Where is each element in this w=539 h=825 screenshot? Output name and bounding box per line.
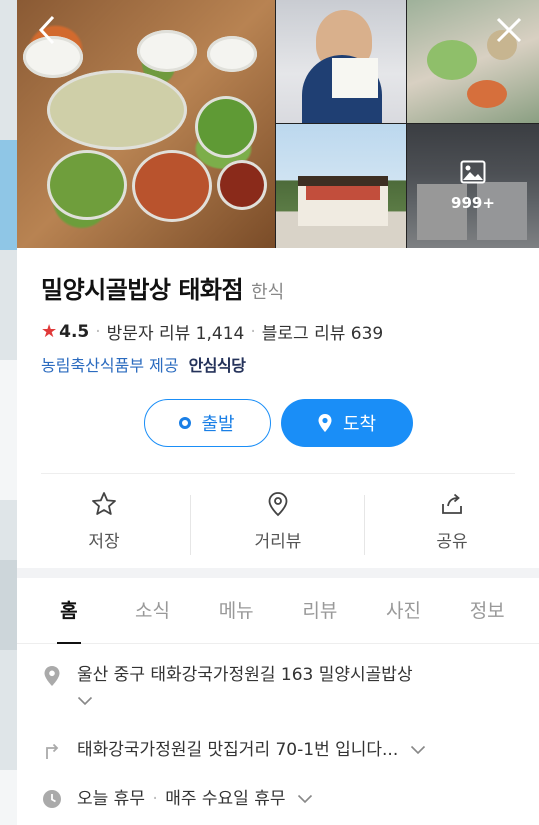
hours-note: 매주 수요일 휴무: [165, 789, 286, 809]
photo-gallery: 999+: [17, 0, 539, 248]
image-icon: [460, 160, 486, 188]
home-detail: 울산 중구 태화강국가정원길 163 밀양시골밥상 태화강국가정원길 맛집거리 …: [17, 644, 539, 813]
hours-row[interactable]: 오늘 휴무 · 매주 수요일 휴무: [41, 786, 515, 813]
tab-news[interactable]: 소식: [111, 578, 195, 644]
safe-restaurant-badge: 안심식당: [188, 356, 246, 375]
tab-photo[interactable]: 사진: [362, 578, 446, 644]
share-label: 공유: [436, 531, 468, 552]
star-outline-icon: [92, 491, 116, 515]
directions-text: 태화강국가정원길 맛집거리 70-1번 입니다...: [77, 740, 399, 760]
address-row[interactable]: 울산 중구 태화강국가정원길 163 밀양시골밥상: [41, 662, 515, 715]
street-view-button[interactable]: 거리뷰: [191, 491, 365, 555]
tab-home[interactable]: 홈: [27, 578, 111, 644]
star-icon: ★: [41, 321, 58, 342]
tab-info[interactable]: 정보: [445, 578, 529, 644]
more-photos-overlay[interactable]: 999+: [407, 124, 539, 248]
clock-icon: [41, 786, 63, 809]
photo-thumb-1[interactable]: [276, 0, 406, 123]
place-category: 한식: [251, 282, 285, 303]
tab-review[interactable]: 리뷰: [278, 578, 362, 644]
close-icon: [496, 17, 522, 43]
arrive-route-button[interactable]: 도착: [280, 399, 413, 447]
origin-dot-icon: [179, 417, 192, 429]
place-detail-panel: 999+ 밀양시골밥상 태화점 한식 ★ 4.5 · 방문자 리뷰 1,414 …: [17, 0, 539, 825]
chevron-down-icon[interactable]: [410, 743, 426, 759]
tab-bar: 홈 소식 메뉴 리뷰 사진 정보: [17, 578, 539, 644]
separator-dot: ·: [152, 789, 158, 809]
street-view-label: 거리뷰: [254, 531, 302, 552]
save-label: 저장: [88, 531, 120, 552]
rating-value: 4.5: [59, 321, 90, 342]
share-icon: [442, 493, 462, 514]
cert-provider-link[interactable]: 농림축산식품부 제공: [41, 352, 179, 376]
address-text: 울산 중구 태화강국가정원길 163 밀양시골밥상: [77, 665, 413, 685]
save-button[interactable]: 저장: [17, 491, 191, 555]
map-background[interactable]: [0, 0, 17, 825]
back-button[interactable]: [29, 12, 65, 48]
section-gap: [17, 568, 539, 578]
separator-dot: ·: [95, 321, 101, 342]
chevron-left-icon: [38, 15, 55, 45]
utility-actions: 저장 거리뷰 공유: [17, 474, 539, 568]
share-button[interactable]: 공유: [365, 491, 539, 552]
blog-review-link[interactable]: 블로그 리뷰 639: [262, 319, 383, 344]
arrive-label: 도착: [342, 414, 377, 434]
pin-outline-icon: [268, 491, 288, 516]
chevron-down-icon[interactable]: [297, 792, 313, 808]
close-button[interactable]: [491, 12, 527, 48]
map-pin-icon: [41, 662, 63, 687]
separator-dot: ·: [250, 321, 256, 342]
tab-menu[interactable]: 메뉴: [194, 578, 278, 644]
location-pin-icon: [318, 414, 332, 432]
photo-thumb-3[interactable]: [276, 124, 406, 248]
turn-arrow-icon: [41, 737, 63, 760]
chevron-down-icon[interactable]: [77, 694, 93, 710]
directions-row[interactable]: 태화강국가정원길 맛집거리 70-1번 입니다...: [41, 737, 515, 764]
place-name: 밀양시골밥상 태화점: [41, 276, 244, 304]
start-route-button[interactable]: 출발: [143, 399, 271, 447]
photo-count: 999+: [451, 194, 495, 212]
visitor-review-link[interactable]: 방문자 리뷰 1,414: [107, 319, 245, 344]
start-label: 출발: [201, 414, 235, 434]
hours-status: 오늘 휴무: [77, 789, 145, 809]
